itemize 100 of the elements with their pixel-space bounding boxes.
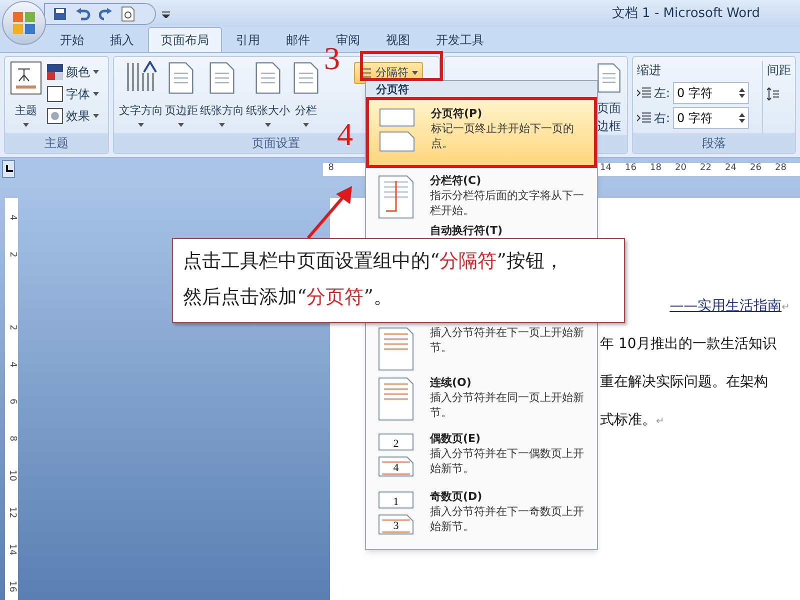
menu-item-description: 指示分栏符后面的文字将从下一栏开始。 <box>430 188 585 218</box>
margins-icon <box>167 61 196 95</box>
ribbon-small-button[interactable]: 颜色 <box>47 63 99 81</box>
redo-icon[interactable] <box>99 6 113 20</box>
ruler-number: 26 <box>750 162 762 176</box>
ruler-number: 10 <box>6 470 18 482</box>
ruler-number: 16 <box>6 580 18 592</box>
caret-icon <box>264 123 271 127</box>
spin-field[interactable]: 0 字符 <box>673 107 750 129</box>
save-icon[interactable] <box>53 6 67 20</box>
caret-icon <box>302 123 309 127</box>
ribbon-tab[interactable]: 开始 <box>48 27 96 52</box>
page-borders-button[interactable]: 页面边框 <box>595 99 623 135</box>
section-break-icon <box>378 327 416 371</box>
ruler-number: 4 <box>6 362 18 368</box>
ribbon-button[interactable]: 纸张大小 <box>244 61 291 133</box>
ribbon-tab[interactable]: 插入 <box>98 27 146 52</box>
office-button[interactable] <box>2 1 46 45</box>
ribbon-button[interactable]: 页边距 <box>164 61 199 133</box>
ribbon-tab[interactable]: 页面布局 <box>148 27 222 52</box>
caret-icon <box>218 123 225 127</box>
caret-icon <box>138 123 144 127</box>
ribbon-tab[interactable]: 引用 <box>224 27 272 52</box>
ruler-number: 8 <box>6 436 18 442</box>
page-break-icon <box>379 108 417 152</box>
ribbon-button[interactable]: 分栏 <box>290 61 321 133</box>
caret-icon <box>93 70 99 74</box>
ribbon-tab[interactable]: 视图 <box>374 27 422 52</box>
window-title: 文档 1 - Microsoft Word <box>612 4 760 23</box>
menu-item-description: 插入分节符并在同一页上开始新节。 <box>430 390 585 420</box>
menu-item-title: 分页符(P) <box>431 106 484 121</box>
paragraph-mark: ↵ <box>656 416 664 427</box>
indent-icon <box>637 87 651 99</box>
ribbon-button[interactable]: 纸张方向 <box>198 61 245 133</box>
ruler-number: 4 <box>6 214 18 220</box>
spacing-icon <box>767 87 779 101</box>
group-label: 页面设置 <box>252 135 300 152</box>
ribbon-tab[interactable]: 邮件 <box>274 27 322 52</box>
callout-text: 然后点击添加“分页符”。 <box>183 285 392 310</box>
document-text: 重在解决实际问题。在架构 <box>600 374 768 390</box>
menu-item-title: 分栏符(C) <box>430 173 482 188</box>
caret-icon <box>412 71 418 75</box>
ruler-number: 16 <box>625 162 638 176</box>
document-text: 年 10月推出的一款生活知识 <box>600 336 776 352</box>
menu-item-title: 连续(O) <box>430 375 472 390</box>
ribbon-small-button[interactable]: 字体 <box>47 85 99 103</box>
field-label: 右: <box>654 110 670 127</box>
menu-item-title: 奇数页(D) <box>430 489 484 504</box>
caret-icon <box>23 123 29 127</box>
indent-label: 缩进 <box>637 62 662 79</box>
ruler-number: 6 <box>6 398 18 404</box>
caret-icon <box>93 114 99 118</box>
ribbon-button[interactable]: 文字方向 <box>118 61 164 133</box>
undo-icon[interactable] <box>75 6 91 20</box>
group-label: 主题 <box>44 135 68 152</box>
ribbon-tab[interactable]: 开发工具 <box>424 27 496 52</box>
color-palette-icon <box>47 64 63 80</box>
menu-item-description: 插入分节符并在下一奇数页上开始新节。 <box>430 504 585 534</box>
ruler-number: 22 <box>700 162 712 176</box>
print-preview-icon[interactable] <box>121 6 135 22</box>
menu-item[interactable]: 2 4 偶数页(E) 插入分节符并在下一偶数页上开始新节。 <box>366 425 597 483</box>
menu-item[interactable]: 自动换行符(T) <box>366 221 597 238</box>
group-label: 段落 <box>702 135 726 152</box>
ruler-number: 24 <box>725 162 738 176</box>
caret-icon <box>178 123 184 127</box>
ruler-number: 18 <box>650 162 662 176</box>
theme-icon <box>10 61 42 95</box>
tab-selector[interactable] <box>2 160 16 178</box>
font-icon <box>47 86 63 102</box>
ruler-number: 2 <box>6 252 18 258</box>
spacing-label: 间距 <box>767 62 791 79</box>
ruler-number: 14 <box>600 162 612 176</box>
menu-item-description: 插入分节符并在下一偶数页上开始新节。 <box>430 446 585 476</box>
arrow <box>306 186 352 239</box>
menu-item-description: 插入分节符并在下一页上开始新节。 <box>430 325 585 355</box>
paragraph-mark: ↵ <box>782 302 790 313</box>
customize-caret-icon[interactable] <box>162 10 170 18</box>
callout-text: 点击工具栏中页面设置组中的“分隔符”按钮， <box>183 249 564 274</box>
ruler-number: 20 <box>675 162 688 176</box>
effects-icon <box>47 108 63 124</box>
ribbon-button[interactable]: 主题 <box>9 61 43 133</box>
office-logo-icon <box>12 11 36 35</box>
ribbon-small-button[interactable]: 效果 <box>47 107 99 125</box>
ruler-number: 12 <box>6 506 18 518</box>
menu-item[interactable]: 插入分节符并在下一页上开始新节。 <box>366 325 597 369</box>
menu-item[interactable]: 连续(O) 插入分节符并在同一页上开始新节。 <box>366 369 597 425</box>
step-number: 4 <box>337 120 353 148</box>
spin-field[interactable]: 0 字符 <box>673 82 750 104</box>
menu-item-title: 偶数页(E) <box>430 431 482 446</box>
menu-item[interactable]: 1 3 奇数页(D) 插入分节符并在下一奇数页上开始新节。 <box>366 483 597 543</box>
ruler-number: 14 <box>6 544 18 556</box>
column-break-icon <box>378 175 416 219</box>
spinner-icon <box>739 112 746 124</box>
document-text: 式标准。 <box>600 412 656 428</box>
left-tab-icon <box>4 165 13 173</box>
menu-item-title: 自动换行符(T) <box>430 223 504 238</box>
columns-icon <box>292 61 320 95</box>
field-label: 左: <box>654 85 670 102</box>
orientation-icon <box>208 61 236 95</box>
menu-item[interactable]: 分页符(P) 标记一页终止并开始下一页的点。 <box>366 99 597 167</box>
